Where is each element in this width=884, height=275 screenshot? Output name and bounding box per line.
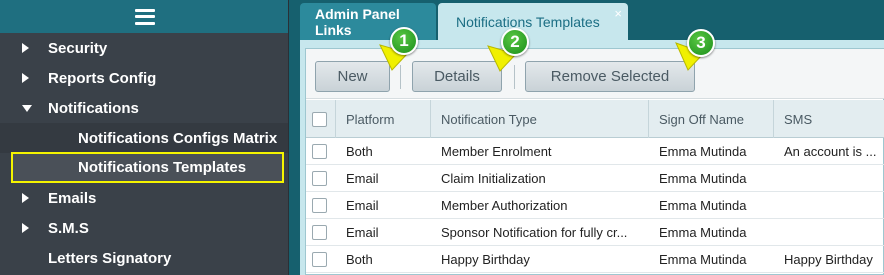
row-checkbox[interactable] <box>312 198 327 213</box>
select-all-checkbox[interactable] <box>312 111 327 127</box>
table-row[interactable]: Email Sponsor Notification for fully cr.… <box>306 219 884 246</box>
sidebar: Security Reports Config Notifications No… <box>0 0 289 275</box>
tab-label: Notifications Templates <box>456 13 600 30</box>
cell-platform: Both <box>346 144 373 159</box>
column-header-platform[interactable]: Platform <box>336 100 431 138</box>
table-row[interactable]: Email Member Authorization Emma Mutinda <box>306 192 884 219</box>
cell-sign-off-name: Emma Mutinda <box>659 225 747 240</box>
caret-right-icon <box>22 73 48 83</box>
sidebar-item-letters-signatory[interactable]: Letters Signatory <box>0 243 288 273</box>
close-icon[interactable]: × <box>614 6 622 21</box>
tab-label: Admin Panel Links <box>315 5 400 38</box>
cell-notification-type: Claim Initialization <box>441 171 546 186</box>
cell-notification-type: Member Authorization <box>441 198 568 213</box>
caret-down-icon <box>22 104 48 112</box>
callout-marker: 1 <box>390 27 418 55</box>
sidebar-item-emails[interactable]: Emails <box>0 183 288 213</box>
row-checkbox[interactable] <box>312 144 327 159</box>
tab-content: New Details Remove Selected Platform Not… <box>300 40 884 275</box>
sidebar-item-notifications-configs-matrix[interactable]: Notifications Configs Matrix <box>0 123 288 153</box>
row-checkbox[interactable] <box>312 225 327 240</box>
toolbar-divider <box>514 65 515 89</box>
sidebar-item-label: Emails <box>48 189 97 207</box>
cell-notification-type: Happy Birthday <box>441 252 530 267</box>
row-checkbox[interactable] <box>312 171 327 186</box>
cell-sign-off-name: Emma Mutinda <box>659 171 747 186</box>
cell-sign-off-name: Emma Mutinda <box>659 198 747 213</box>
table-body: Both Member Enrolment Emma Mutinda An ac… <box>306 138 884 273</box>
cell-platform: Both <box>346 252 373 267</box>
cell-sms: Happy Birthday <box>784 252 873 267</box>
sidebar-item-label: S.M.S <box>48 219 89 237</box>
row-checkbox[interactable] <box>312 252 327 267</box>
cell-platform: Email <box>346 171 379 186</box>
sidebar-item-label: Notifications Configs Matrix <box>78 129 278 147</box>
grid-panel: New Details Remove Selected Platform Not… <box>305 48 884 275</box>
column-header-sign-off-name[interactable]: Sign Off Name <box>649 100 774 138</box>
hamburger-menu-icon[interactable] <box>134 8 155 25</box>
sidebar-header <box>0 0 288 33</box>
table-row[interactable]: Both Member Enrolment Emma Mutinda An ac… <box>306 138 884 165</box>
column-header-sms[interactable]: SMS <box>774 100 884 138</box>
sidebar-item-label: Notifications <box>48 99 139 117</box>
remove-selected-button[interactable]: Remove Selected <box>525 61 695 92</box>
cell-sms <box>774 165 884 192</box>
callout-marker: 2 <box>501 28 529 56</box>
caret-right-icon <box>22 43 48 53</box>
details-button[interactable]: Details <box>412 61 502 92</box>
main-panel: Admin Panel Links Notifications Template… <box>289 0 884 275</box>
cell-sms <box>774 219 884 246</box>
cell-sign-off-name: Emma Mutinda <box>659 144 747 159</box>
table-row[interactable]: Email Claim Initialization Emma Mutinda <box>306 165 884 192</box>
new-button[interactable]: New <box>315 61 390 92</box>
sidebar-item-label: Reports Config <box>48 69 157 87</box>
caret-right-icon <box>22 223 48 233</box>
cell-sms <box>774 192 884 219</box>
sidebar-item-label: Security <box>48 39 108 57</box>
sidebar-item-notifications-templates[interactable]: Notifications Templates <box>11 152 284 183</box>
select-all-cell <box>306 100 336 138</box>
sidebar-item-security[interactable]: Security <box>0 33 288 63</box>
callout-marker: 3 <box>687 29 715 57</box>
toolbar: New Details Remove Selected <box>306 49 884 99</box>
sidebar-item-label: Letters Signatory <box>48 249 172 267</box>
cell-notification-type: Member Enrolment <box>441 144 552 159</box>
column-header-notification-type[interactable]: Notification Type <box>431 100 649 138</box>
cell-platform: Email <box>346 198 379 213</box>
tab-notifications-templates[interactable]: Notifications Templates × <box>438 3 628 40</box>
table-header: Platform Notification Type Sign Off Name… <box>306 100 884 138</box>
sidebar-item-sms[interactable]: S.M.S <box>0 213 288 243</box>
sidebar-item-reports-config[interactable]: Reports Config <box>0 63 288 93</box>
toolbar-divider <box>400 65 401 89</box>
table-row[interactable]: Both Happy Birthday Emma Mutinda Happy B… <box>306 246 884 273</box>
sidebar-item-label: Notifications Templates <box>78 159 247 176</box>
cell-notification-type: Sponsor Notification for fully cr... <box>441 225 628 240</box>
sidebar-item-notifications[interactable]: Notifications <box>0 93 288 123</box>
caret-right-icon <box>22 193 48 203</box>
cell-platform: Email <box>346 225 379 240</box>
cell-sms: An account is ... <box>784 144 877 159</box>
cell-sign-off-name: Emma Mutinda <box>659 252 747 267</box>
